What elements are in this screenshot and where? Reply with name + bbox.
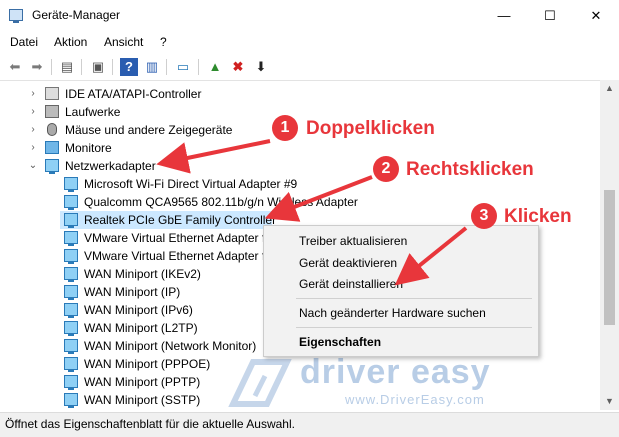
toolbar: ⬅ ➡ ▤ ▣ ? ▥ ▭ ▲ ✖ ⬇	[0, 54, 619, 81]
network-adapter-icon	[64, 177, 78, 192]
menu-datei[interactable]: Datei	[10, 35, 38, 49]
monitor-icon	[45, 141, 59, 154]
annotation-badge-2: 2	[373, 156, 399, 182]
network-adapter-icon	[64, 267, 78, 282]
annotation-label-2: Rechtsklicken	[406, 159, 534, 180]
scroll-up-icon[interactable]: ▲	[600, 83, 619, 93]
menu-uninstall-device[interactable]: Gerät deinstallieren	[299, 277, 403, 291]
forward-arrow-icon[interactable]: ➡	[28, 58, 46, 76]
disk-drive-icon	[45, 105, 59, 118]
details-icon[interactable]: ▥	[143, 58, 161, 76]
network-adapter-icon	[64, 339, 78, 354]
menu-separator	[296, 327, 532, 328]
adapter-label: WAN Miniport (IKEv2)	[84, 267, 201, 281]
status-text: Öffnet das Eigenschaftenblatt für die ak…	[5, 417, 295, 431]
adapter-label: WAN Miniport (PPTP)	[84, 375, 201, 389]
network-adapter-icon	[64, 285, 78, 300]
tree-category-monitors[interactable]: › Monitore	[0, 139, 600, 157]
tree-category-label: IDE ATA/ATAPI-Controller	[65, 87, 202, 101]
menu-bar: Datei Aktion Ansicht ?	[0, 32, 619, 54]
tree-category-label: Monitore	[65, 141, 112, 155]
menu-aktion[interactable]: Aktion	[54, 35, 87, 49]
status-bar: Öffnet das Eigenschaftenblatt für die ak…	[0, 412, 619, 437]
driver-easy-logo-icon	[228, 359, 292, 407]
scroll-down-icon[interactable]: ▼	[600, 396, 619, 406]
minimize-button[interactable]: —	[481, 0, 527, 32]
menu-ansicht[interactable]: Ansicht	[104, 35, 143, 49]
network-adapter-icon	[64, 321, 78, 336]
tree-category-drives[interactable]: › Laufwerke	[0, 103, 600, 121]
annotation-badge-1: 1	[272, 115, 298, 141]
chevron-right-icon[interactable]: ›	[27, 121, 39, 139]
device-manager-icon	[9, 9, 23, 23]
back-arrow-icon[interactable]: ⬅	[6, 58, 24, 76]
adapter-label: Microsoft Wi-Fi Direct Virtual Adapter #…	[84, 177, 298, 191]
annotation-badge-3: 3	[471, 203, 497, 229]
adapter-label: Qualcomm QCA9565 802.11b/g/n Wireless Ad…	[84, 195, 358, 209]
toolbar-separator	[166, 59, 167, 75]
network-adapter-icon	[45, 159, 59, 174]
tree-item-adapter-selected[interactable]: Realtek PCIe GbE Family Controller	[60, 211, 276, 229]
title-bar: Geräte-Manager — ☐ ✕	[0, 0, 619, 32]
tree-category-ide[interactable]: › IDE ATA/ATAPI-Controller	[0, 85, 600, 103]
chevron-right-icon[interactable]: ›	[27, 85, 39, 103]
maximize-button[interactable]: ☐	[527, 0, 573, 32]
tree-item-adapter[interactable]: WAN Miniport (SSTP)	[60, 391, 560, 409]
tree-category-label: Netzwerkadapter	[65, 159, 156, 173]
device-list-icon[interactable]: ▤	[58, 58, 76, 76]
network-adapter-icon	[64, 357, 78, 372]
adapter-label: Realtek PCIe GbE Family Controller	[84, 213, 277, 227]
tree-category-mice[interactable]: › Mäuse und andere Zeigegeräte	[0, 121, 600, 139]
menu-help[interactable]: ?	[160, 35, 167, 49]
toolbar-separator	[81, 59, 82, 75]
adapter-label: WAN Miniport (PPPOE)	[84, 357, 211, 371]
close-button[interactable]: ✕	[573, 0, 619, 32]
menu-update-driver[interactable]: Treiber aktualisieren	[299, 234, 407, 248]
menu-properties[interactable]: Eigenschaften	[299, 335, 381, 349]
chevron-down-icon[interactable]: ⌄	[27, 157, 39, 175]
chevron-right-icon[interactable]: ›	[27, 139, 39, 157]
vertical-scrollbar[interactable]: ▲ ▼	[600, 80, 619, 410]
context-menu: Treiber aktualisieren Gerät deaktivieren…	[263, 225, 539, 357]
menu-separator	[296, 298, 532, 299]
annotation-label-3: Klicken	[504, 206, 572, 227]
network-adapter-icon	[64, 303, 78, 318]
scan-hardware-icon[interactable]: ▭	[174, 58, 192, 76]
network-adapter-icon	[64, 195, 78, 210]
adapter-label: WAN Miniport (SSTP)	[84, 393, 201, 407]
network-adapter-icon	[64, 375, 78, 390]
watermark-url: www.DriverEasy.com	[345, 392, 485, 407]
chevron-right-icon[interactable]: ›	[27, 103, 39, 121]
properties-icon[interactable]: ▣	[89, 58, 107, 76]
tree-category-label: Laufwerke	[65, 105, 121, 119]
window-title: Geräte-Manager	[32, 8, 121, 22]
network-adapter-icon	[64, 231, 78, 246]
toolbar-separator	[51, 59, 52, 75]
ide-controller-icon	[45, 87, 59, 100]
adapter-label: WAN Miniport (L2TP)	[84, 321, 198, 335]
watermark-brand: driver easy	[300, 353, 491, 391]
tree-category-label: Mäuse und andere Zeigegeräte	[65, 123, 233, 137]
disable-device-icon[interactable]: ⬇	[252, 58, 270, 76]
network-adapter-icon	[64, 213, 78, 228]
network-adapter-icon	[64, 393, 78, 408]
update-driver-icon[interactable]: ▲	[206, 58, 224, 76]
annotation-label-1: Doppelklicken	[306, 118, 435, 139]
network-adapter-icon	[64, 249, 78, 264]
mouse-icon	[47, 123, 57, 136]
adapter-label: WAN Miniport (IP)	[84, 285, 181, 299]
toolbar-separator	[112, 59, 113, 75]
adapter-label: WAN Miniport (IPv6)	[84, 303, 193, 317]
adapter-label: WAN Miniport (Network Monitor)	[84, 339, 257, 353]
menu-scan-hardware[interactable]: Nach geänderter Hardware suchen	[299, 306, 486, 320]
scroll-thumb[interactable]	[604, 190, 615, 325]
uninstall-icon[interactable]: ✖	[229, 58, 247, 76]
help-icon[interactable]: ?	[120, 58, 138, 76]
toolbar-separator	[198, 59, 199, 75]
menu-disable-device[interactable]: Gerät deaktivieren	[299, 256, 397, 270]
